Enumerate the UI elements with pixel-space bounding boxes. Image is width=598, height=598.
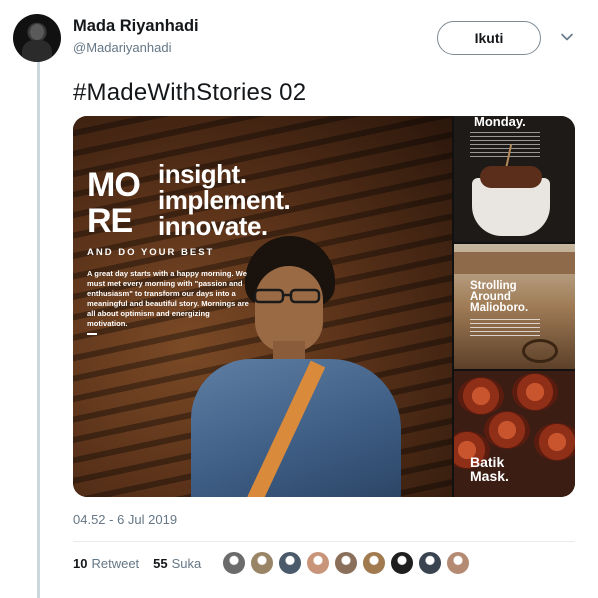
tweet-timestamp[interactable]: 04.52 - 6 Jul 2019 [73, 512, 177, 527]
avatar-icon[interactable] [446, 551, 470, 575]
poster-subline: AND DO YOUR BEST [87, 247, 215, 258]
thumb2-roof [454, 252, 575, 274]
like-count[interactable]: 55 [153, 556, 167, 571]
thumb2-cart-wheel [522, 339, 558, 363]
avatar-head-shape [30, 24, 44, 40]
thumb2-text-lines [470, 319, 540, 339]
retweet-count[interactable]: 10 [73, 556, 87, 571]
thumb3-title-1: Batik [470, 454, 505, 470]
media-photo-thumb-1[interactable]: Monday. [454, 116, 575, 242]
poster-brand-line-1: MO [87, 166, 141, 204]
thumb3-title: Batik Mask. [470, 455, 509, 483]
media-grid: MO RE insight. implement. innovate. AND … [73, 116, 575, 497]
photo-person-glasses [253, 288, 321, 304]
author-avatar[interactable] [13, 14, 61, 62]
follow-button[interactable]: Ikuti [437, 21, 541, 55]
avatar-icon[interactable] [306, 551, 330, 575]
like-label[interactable]: Suka [172, 556, 202, 571]
avatar-icon[interactable] [250, 551, 274, 575]
author-handle[interactable]: @Madariyanhadi [73, 40, 171, 55]
poster-dash [87, 333, 97, 335]
poster-brand-line-2: RE [87, 202, 133, 240]
poster-tagline: insight. implement. innovate. [158, 159, 291, 241]
poster-tagline-2: implement. [158, 185, 291, 215]
media-photo-thumb-3[interactable]: Batik Mask. [454, 371, 575, 497]
thread-line [37, 62, 40, 598]
avatar-icon[interactable] [222, 551, 246, 575]
thumb3-mask [512, 373, 558, 411]
author-display-name[interactable]: Mada Riyanhadi [73, 17, 199, 36]
avatar-icon[interactable] [390, 551, 414, 575]
thumb1-food [480, 166, 542, 188]
media-photo-thumb-2[interactable]: Strolling Around Malioboro. [454, 244, 575, 369]
thumb1-title: Monday. [474, 116, 526, 129]
tweet-text[interactable]: #MadeWithStories 02 [73, 79, 306, 107]
avatar-icon[interactable] [418, 551, 442, 575]
tweet-stats: 10 Retweet 55 Suka [73, 556, 201, 571]
avatar-icon[interactable] [278, 551, 302, 575]
thumb3-mask [484, 411, 530, 449]
thumb2-title: Strolling Around Malioboro. [470, 280, 529, 314]
poster-tagline-3: innovate. [158, 211, 268, 241]
retweet-label[interactable]: Retweet [91, 556, 139, 571]
thumb1-text-lines [470, 132, 540, 160]
photo-person-face [255, 266, 323, 352]
chevron-down-icon[interactable] [560, 30, 574, 44]
poster-blurb: A great day starts with a happy morning.… [87, 269, 249, 328]
thumb2-title-3: Malioboro. [470, 302, 529, 314]
avatar-icon[interactable] [334, 551, 358, 575]
avatar-body-shape [22, 40, 52, 62]
poster-tagline-1: insight. [158, 159, 247, 189]
thumb3-mask [534, 423, 575, 461]
media-photo-main[interactable]: MO RE insight. implement. innovate. AND … [73, 116, 452, 497]
stats-divider [73, 541, 575, 542]
avatar-icon[interactable] [362, 551, 386, 575]
thumb3-mask [458, 377, 504, 415]
likers-avatar-row [222, 551, 470, 575]
thumb3-title-2: Mask. [470, 468, 509, 484]
